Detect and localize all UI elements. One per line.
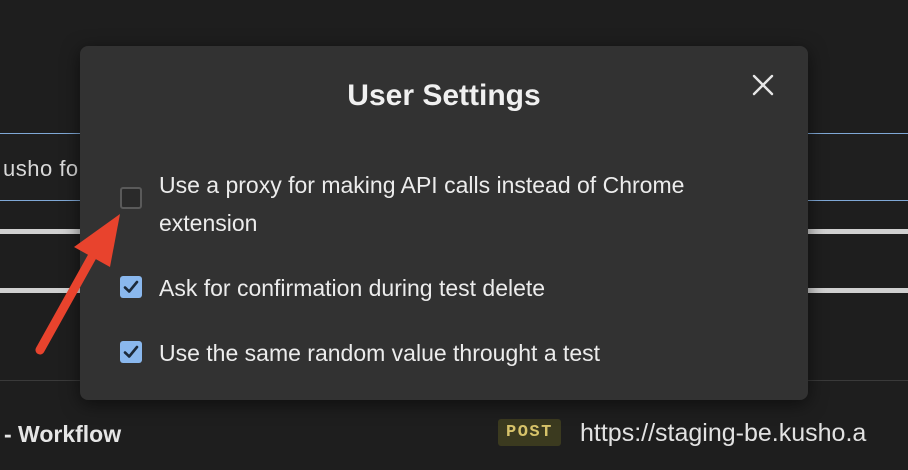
background-input-text: usho fo [3,156,79,181]
delete-confirmation-checkbox[interactable] [120,276,142,298]
user-settings-modal: User Settings Use a proxy for making API… [80,46,808,400]
checkmark-icon [123,345,139,358]
random-value-option-label: Use the same random value throught a tes… [159,340,601,366]
setting-option-random-value: Use the same random value throught a tes… [120,335,699,366]
close-icon [752,74,774,96]
checkmark-icon [123,280,139,293]
http-method-badge: POST [498,419,561,446]
workflow-label: - Workflow [4,421,122,447]
setting-option-proxy: Use a proxy for making API calls instead… [120,166,699,242]
delete-confirmation-option-label: Ask for confirmation during test delete [159,275,546,301]
proxy-checkbox[interactable] [120,187,142,209]
proxy-option-label: Use a proxy for making API calls instead… [159,172,685,236]
random-value-checkbox[interactable] [120,341,142,363]
endpoint-url: https://staging-be.kusho.a [580,419,867,447]
close-button[interactable] [750,72,776,98]
modal-title: User Settings [347,79,541,112]
setting-option-delete-confirmation: Ask for confirmation during test delete [120,270,699,301]
